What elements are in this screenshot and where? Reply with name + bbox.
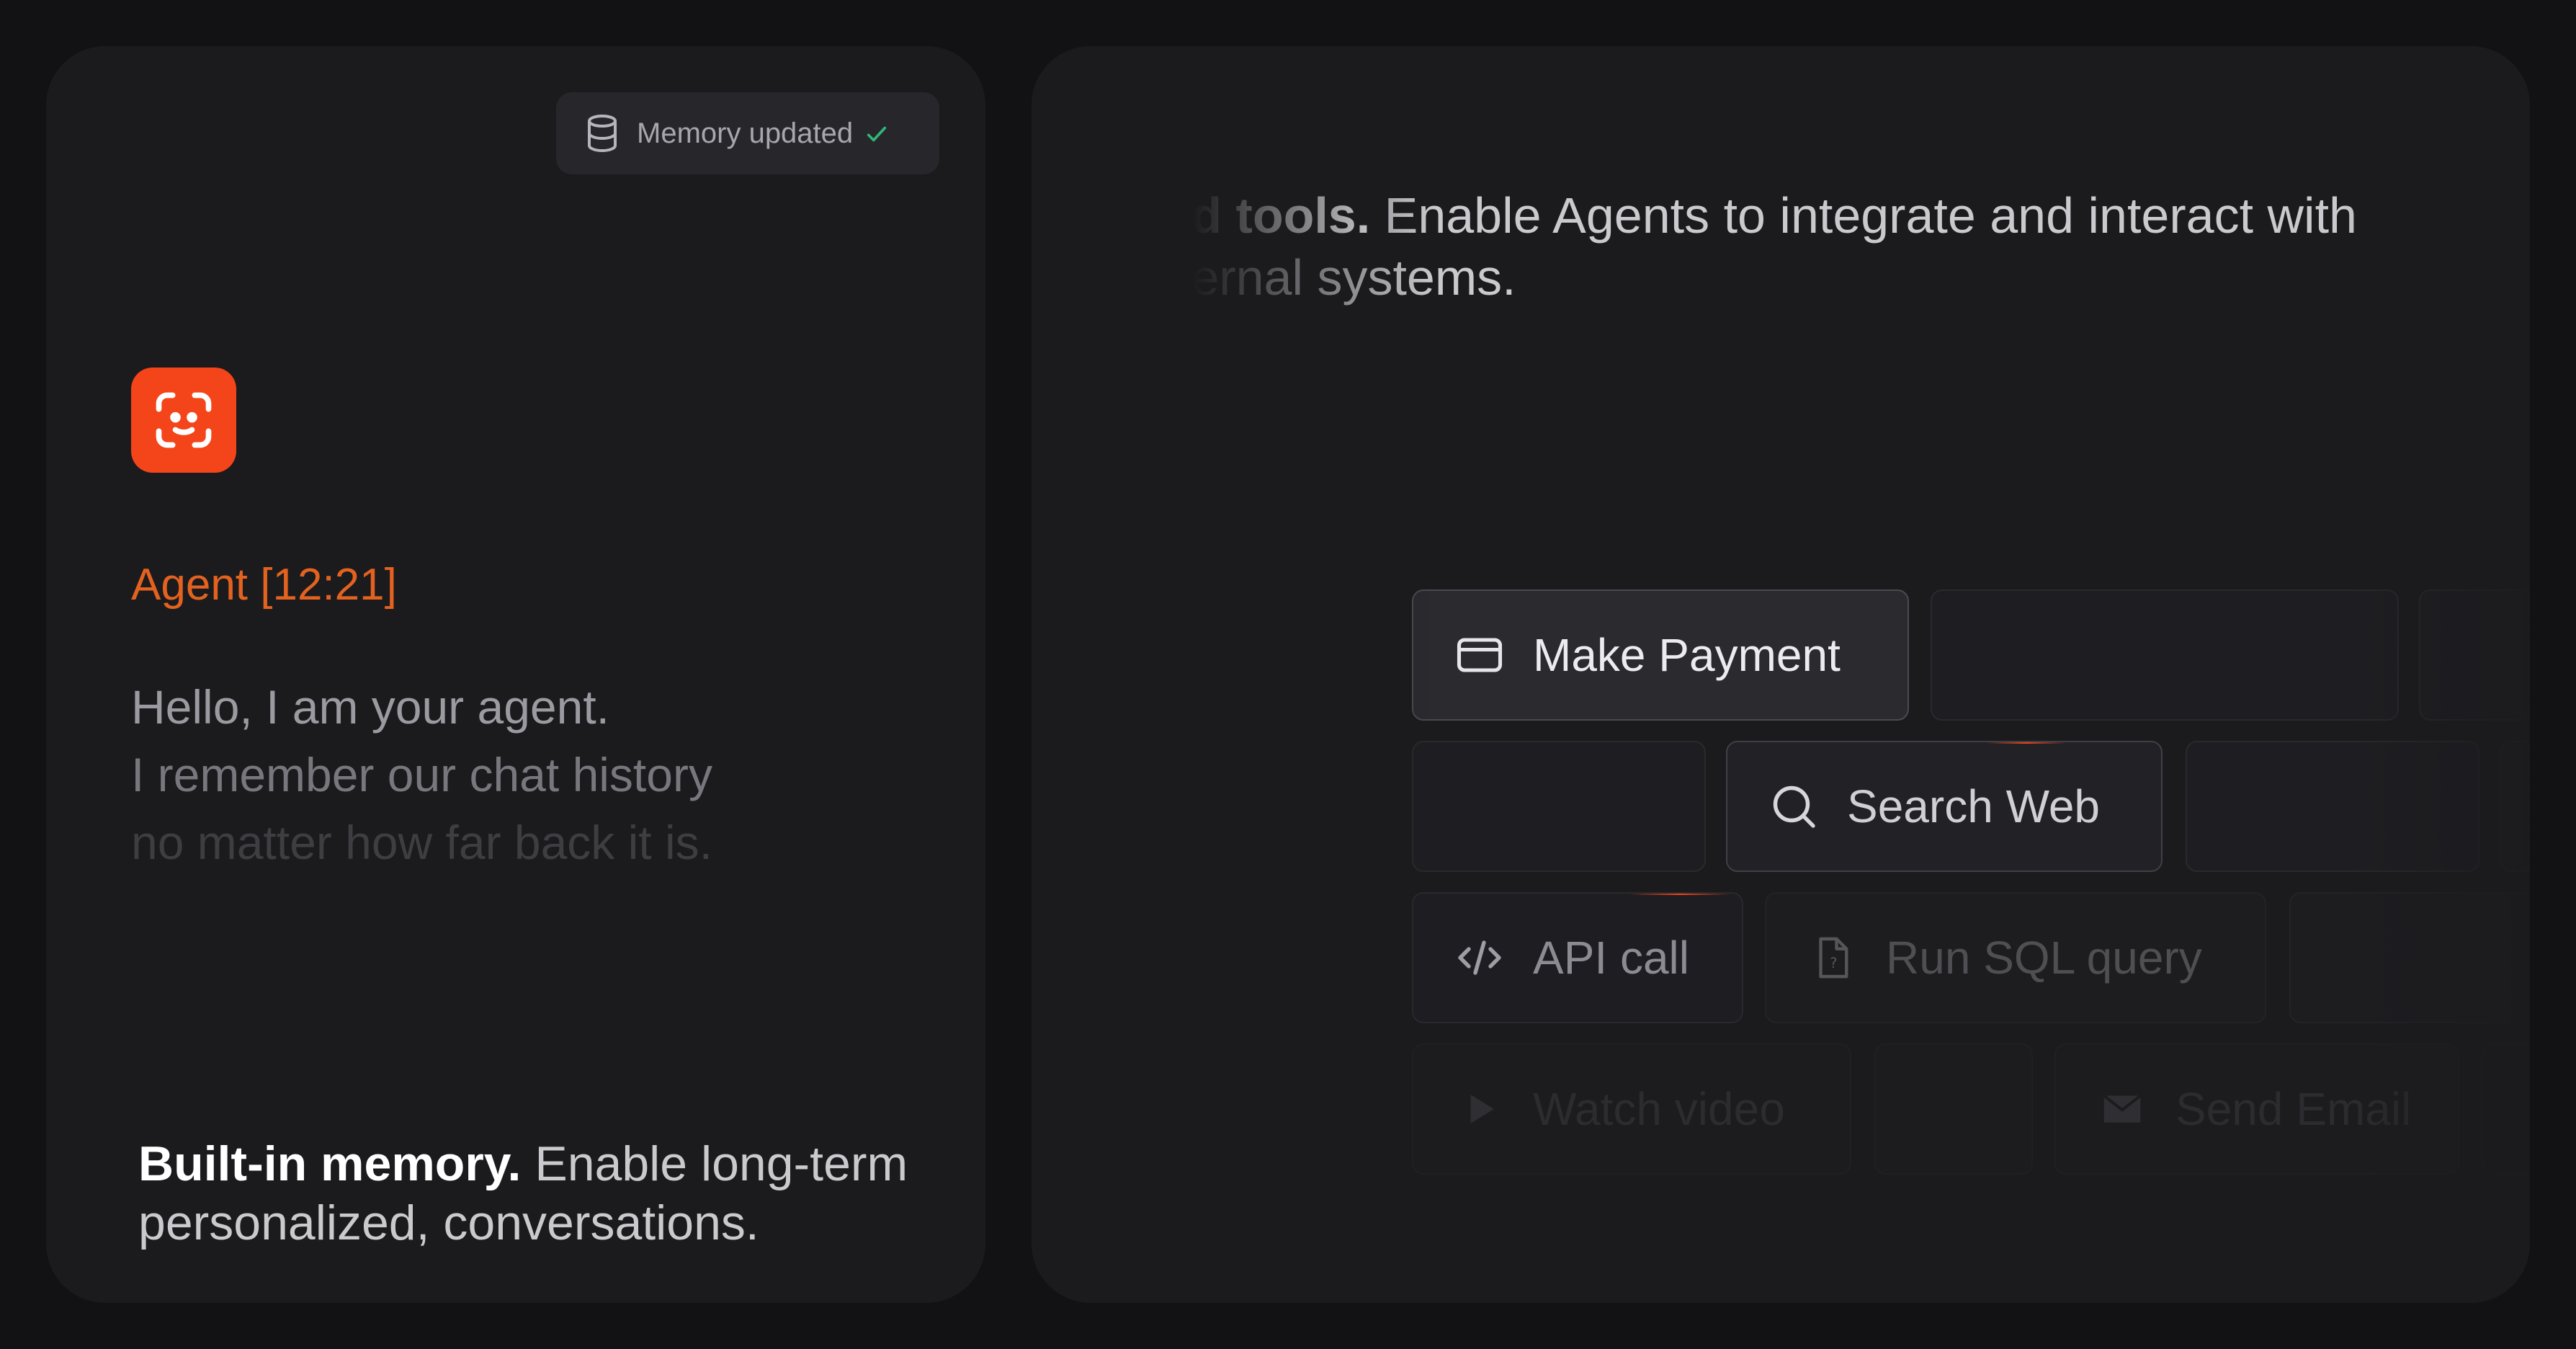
tool-slot-empty — [2481, 1043, 2530, 1175]
tool-send-email[interactable]: Send Email — [2054, 1043, 2459, 1175]
tools-card: Add tools. Enable Agents to integrate an… — [1032, 46, 2530, 1303]
tool-label: Run SQL query — [1886, 932, 2202, 984]
tool-run-sql-query[interactable]: ? Run SQL query — [1765, 892, 2266, 1023]
check-icon — [864, 121, 889, 146]
memory-updated-label: Memory updated — [637, 117, 854, 149]
tool-label: Search Web — [1847, 780, 2100, 832]
tool-glow — [1629, 894, 1730, 895]
memory-caption: Built-in memory. Enable long-term person… — [138, 1134, 945, 1252]
agent-message: Hello, I am your agent. I remember our c… — [131, 673, 712, 876]
memory-card: Memory updated Agent [12:21] Hello, I am… — [46, 46, 985, 1303]
message-line: no matter how far back it is. — [131, 816, 712, 869]
svg-text:?: ? — [1830, 955, 1837, 971]
tool-slot-empty — [1931, 589, 2399, 721]
play-icon — [1451, 1080, 1508, 1138]
tool-slot-empty — [2289, 892, 2530, 1023]
tool-label: API call — [1533, 932, 1689, 984]
credit-card-icon — [1451, 626, 1508, 684]
message-line: Hello, I am your agent. — [131, 680, 609, 734]
memory-updated-badge: Memory updated — [556, 92, 939, 174]
tool-label: Send Email — [2175, 1083, 2412, 1135]
tool-watch-video[interactable]: Watch video — [1412, 1043, 1851, 1175]
tool-make-payment[interactable]: Make Payment — [1412, 589, 1909, 721]
tool-slot-empty — [2186, 741, 2479, 872]
tool-slot-empty — [1874, 1043, 2033, 1175]
tool-label: Make Payment — [1533, 629, 1841, 681]
mail-icon — [2093, 1080, 2151, 1138]
search-icon — [1765, 778, 1823, 835]
memory-caption-title: Built-in memory. — [138, 1136, 522, 1191]
agent-name: Agent [12:21] — [131, 560, 397, 610]
tools-caption: Add tools. Enable Agents to integrate an… — [1124, 184, 2478, 308]
face-scan-icon — [156, 392, 212, 448]
tool-slot-empty — [1412, 741, 1706, 872]
code-icon — [1451, 929, 1508, 987]
agent-avatar — [131, 368, 236, 473]
database-icon — [585, 114, 620, 153]
tool-slot-empty — [2419, 589, 2530, 721]
tool-api-call[interactable]: API call — [1412, 892, 1743, 1023]
tool-search-web[interactable]: Search Web — [1726, 741, 2163, 872]
tool-label: Watch video — [1533, 1083, 1785, 1135]
tool-slot-empty — [2500, 741, 2530, 872]
message-line: I remember our chat history — [131, 748, 712, 801]
file-question-icon: ? — [1804, 929, 1861, 987]
tool-glow — [1987, 742, 2066, 744]
tools-caption-title: Add tools. — [1124, 187, 1371, 244]
